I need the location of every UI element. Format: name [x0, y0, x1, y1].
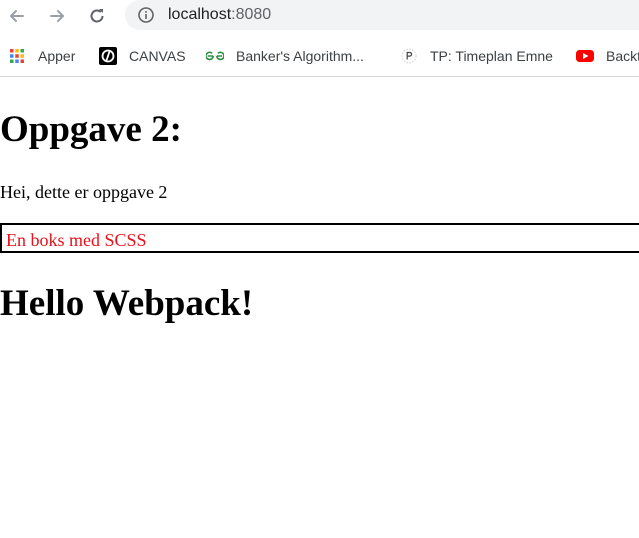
- url-text[interactable]: localhost:8080: [168, 5, 271, 25]
- arrow-right-icon: [50, 10, 64, 22]
- bookmark-youtube[interactable]: Backt: [576, 46, 639, 66]
- scss-box: En boks med SCSS: [0, 223, 639, 253]
- bookmark-label: Backt: [606, 48, 639, 64]
- bookmark-canvas[interactable]: CANVAS: [99, 46, 186, 66]
- arrow-left-icon: [10, 10, 24, 22]
- address-bar[interactable]: localhost:8080: [125, 0, 639, 30]
- scss-box-text: En boks med SCSS: [6, 230, 147, 250]
- browser-chrome: localhost:8080 Apper CANVAS Banker's Alg…: [0, 0, 639, 77]
- geeksforgeeks-icon: [206, 47, 224, 65]
- page-paragraph: Hei, dette er oppgave 2: [0, 182, 168, 202]
- back-button[interactable]: [4, 3, 30, 29]
- url-host: localhost: [168, 6, 232, 23]
- bookmarks-bar: Apper CANVAS Banker's Algorithm... TP: T…: [0, 34, 639, 77]
- tp-icon: [400, 47, 418, 65]
- bookmark-label: Banker's Algorithm...: [236, 48, 364, 64]
- browser-toolbar: localhost:8080: [0, 0, 639, 34]
- bookmark-label: TP: Timeplan Emne: [430, 48, 553, 64]
- canvas-logo-icon: [99, 47, 117, 65]
- bookmark-label: Apper: [38, 48, 76, 64]
- page-heading: Oppgave 2:: [0, 109, 182, 150]
- bookmark-apps[interactable]: Apper: [8, 46, 75, 66]
- reload-icon: [90, 9, 104, 23]
- webpack-heading: Hello Webpack!: [0, 283, 254, 324]
- forward-button[interactable]: [44, 3, 70, 29]
- info-icon[interactable]: [138, 7, 154, 23]
- bookmark-label: CANVAS: [129, 48, 186, 64]
- url-port: :8080: [231, 6, 272, 23]
- bookmark-tp-timeplan[interactable]: TP: Timeplan Emne: [400, 46, 553, 66]
- reload-button[interactable]: [84, 3, 110, 29]
- youtube-icon: [576, 47, 594, 65]
- bookmark-bankers-algorithm[interactable]: Banker's Algorithm...: [206, 46, 364, 66]
- apps-grid-icon: [8, 47, 26, 65]
